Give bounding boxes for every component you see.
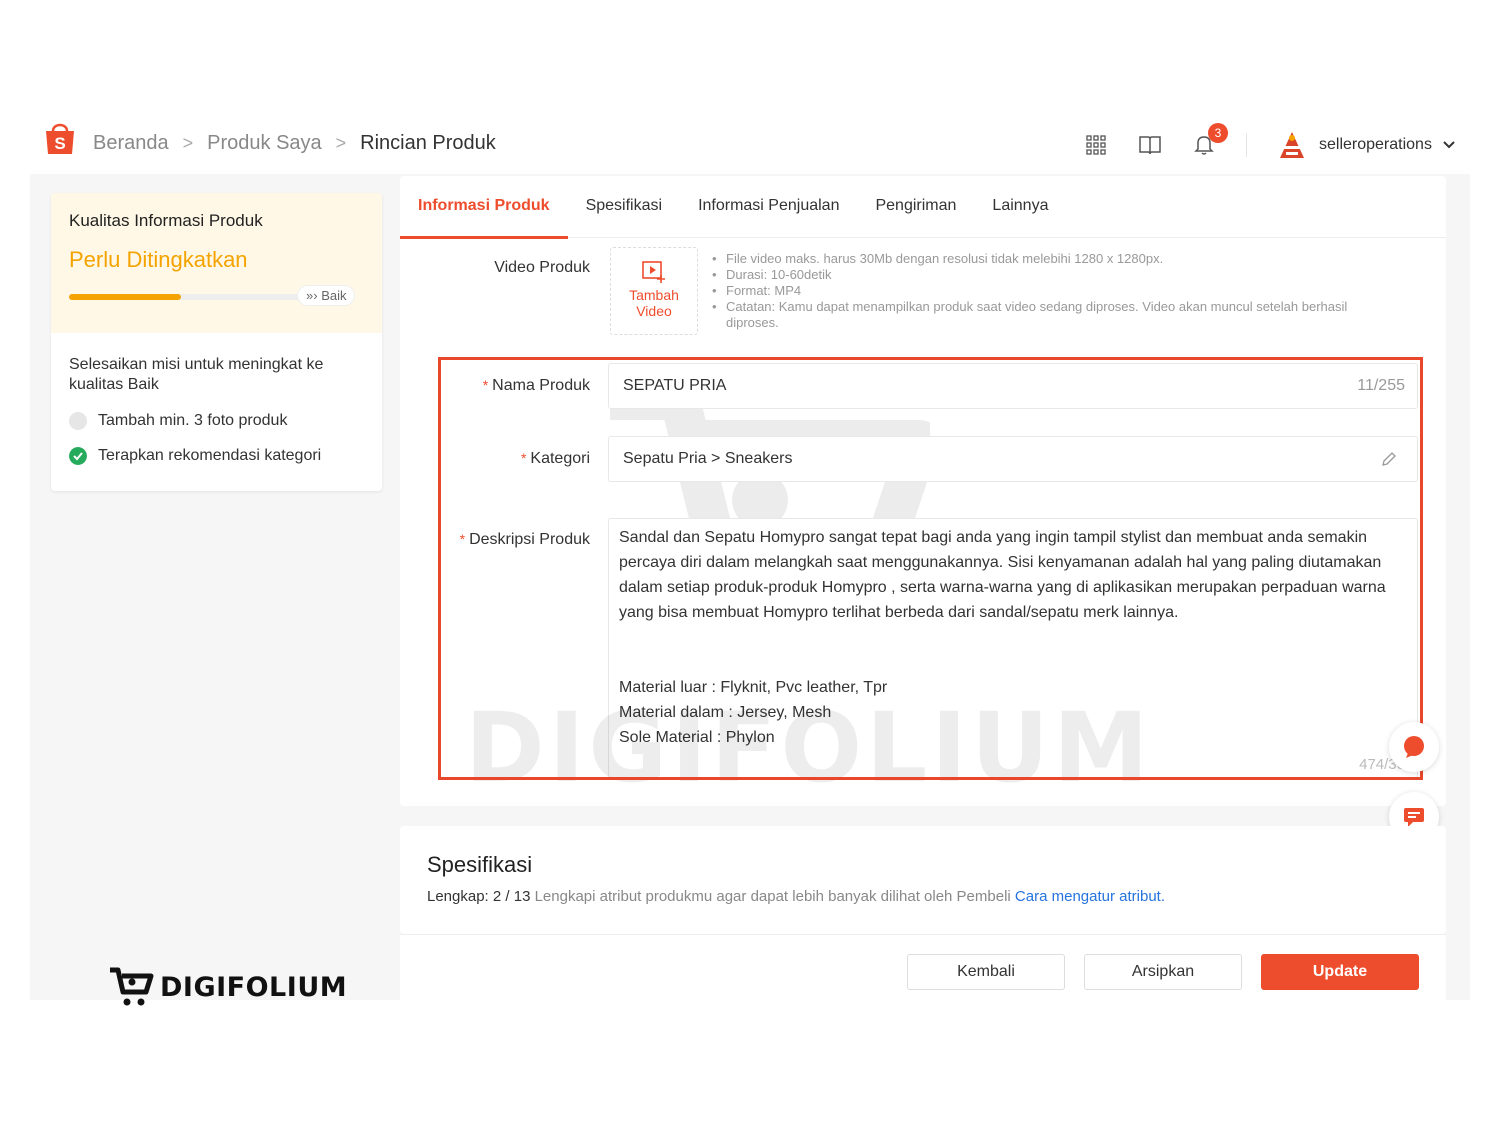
chevron-down-icon [1443, 141, 1455, 149]
double-chevron-icon: »› [306, 288, 318, 303]
add-video-icon [642, 261, 665, 283]
quality-progress-fill [69, 294, 181, 300]
chevron-right-icon: > [335, 133, 347, 153]
message-icon [1404, 808, 1424, 827]
username: selleroperations [1319, 136, 1432, 153]
video-note: File video maks. harus 30Mb dengan resol… [712, 251, 1402, 267]
tab-shipping[interactable]: Pengiriman [875, 176, 956, 238]
highlight-box [438, 357, 1423, 780]
digifolium-logo: DIGIFOLIUM [108, 966, 347, 1008]
quality-mission-text: Selesaikan misi untuk meningkat ke kuali… [69, 356, 324, 393]
specification-help-link[interactable]: Cara mengatur atribut. [1015, 888, 1165, 905]
shopee-logo-icon[interactable]: S [44, 120, 76, 156]
quality-status: Perlu Ditingkatkan [69, 247, 248, 272]
video-note: Format: MP4 [712, 283, 1402, 299]
specification-card: Spesifikasi Lengkap: 2 / 13 Lengkapi atr… [400, 826, 1446, 934]
pending-circle-icon [69, 412, 87, 430]
specification-hint: Lengkapi atribut produkmu agar dapat leb… [534, 888, 1011, 905]
tab-product-info[interactable]: Informasi Produk [400, 176, 568, 239]
specification-title: Spesifikasi [427, 852, 533, 877]
video-label: Video Produk [494, 259, 590, 276]
top-navigation-bar: S Beranda > Produk Saya > Rincian Produk… [30, 112, 1470, 174]
quality-goal-label: »› Baik [297, 285, 356, 306]
quality-progress-bar: »› Baik [69, 285, 364, 307]
divider [1246, 133, 1247, 157]
breadcrumb: Beranda > Produk Saya > Rincian Produk [93, 132, 496, 155]
chevron-right-icon: > [182, 133, 194, 153]
book-icon[interactable] [1138, 133, 1162, 157]
chat-bubble-icon [1404, 736, 1424, 758]
specification-completeness: Lengkap: 2 / 13 [427, 888, 531, 905]
update-button[interactable]: Update [1261, 954, 1419, 990]
quality-title: Kualitas Informasi Produk [69, 211, 263, 230]
video-requirements-list: File video maks. harus 30Mb dengan resol… [712, 251, 1402, 331]
breadcrumb-home-link[interactable]: Beranda [93, 132, 169, 155]
svg-text:S: S [54, 134, 65, 153]
archive-button[interactable]: Arsipkan [1084, 954, 1242, 990]
video-note: Durasi: 10-60detik [712, 267, 1402, 283]
cart-logo-icon [110, 967, 154, 1006]
specification-subtitle: Lengkap: 2 / 13 Lengkapi atribut produkm… [427, 888, 1165, 905]
action-bar: Kembali Arsipkan Update [400, 934, 1446, 1000]
notification-bell-icon[interactable]: 3 [1192, 123, 1228, 157]
tab-sales-info[interactable]: Informasi Penjualan [698, 176, 839, 238]
avatar [1280, 132, 1304, 158]
apps-grid-icon[interactable] [1084, 133, 1108, 157]
user-menu[interactable]: selleroperations [1277, 130, 1456, 160]
add-video-button[interactable]: Tambah Video [610, 247, 698, 335]
tab-specification[interactable]: Spesifikasi [586, 176, 662, 238]
breadcrumb-current: Rincian Produk [360, 132, 496, 154]
back-button[interactable]: Kembali [907, 954, 1065, 990]
tab-others[interactable]: Lainnya [992, 176, 1048, 238]
quality-panel: Kualitas Informasi Produk Perlu Ditingka… [51, 193, 382, 491]
notification-count-badge: 3 [1208, 123, 1228, 143]
quality-task: Tambah min. 3 foto produk [69, 412, 364, 430]
video-note: Catatan: Kamu dapat menampilkan produk s… [712, 299, 1402, 331]
chat-bubble-button[interactable] [1389, 722, 1439, 772]
check-circle-icon [69, 447, 87, 465]
breadcrumb-my-products-link[interactable]: Produk Saya [207, 132, 322, 155]
tab-bar: Informasi Produk Spesifikasi Informasi P… [400, 176, 1446, 239]
brand-text: DIGIFOLIUM [160, 971, 348, 1003]
quality-task: Terapkan rekomendasi kategori [69, 447, 364, 465]
